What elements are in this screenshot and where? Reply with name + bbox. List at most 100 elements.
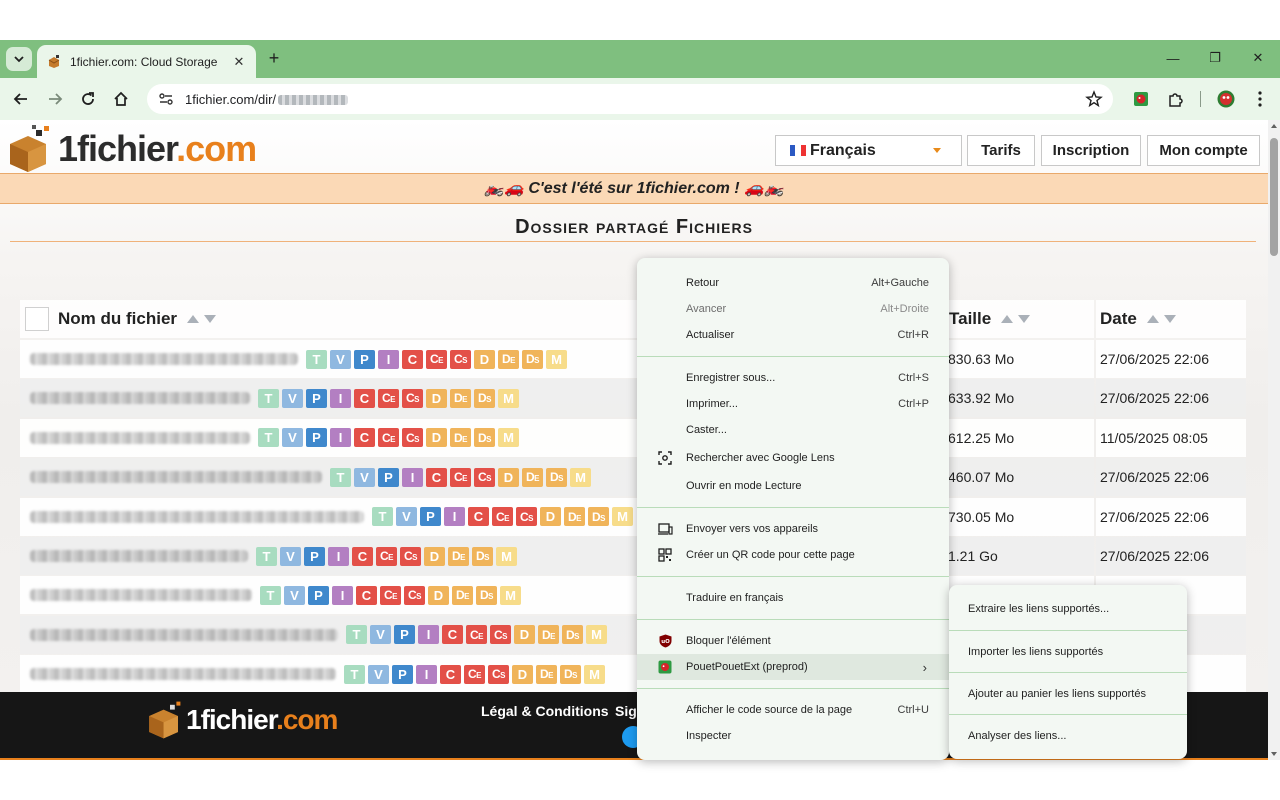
table-row[interactable]: T V P I C C E C S D D E D S M 633.92 Mo 27/06/2025 22:06 [20, 379, 1246, 418]
badge-t[interactable]: T [344, 664, 365, 684]
badge-de[interactable]: DE [564, 507, 585, 527]
browser-tab[interactable]: 1fichier.com: Cloud Storage ✕ [37, 45, 256, 78]
redacted-file-name[interactable] [30, 353, 298, 365]
badge-ce[interactable]: CE [450, 467, 471, 487]
badge-v[interactable]: V [354, 467, 375, 487]
badge-p[interactable]: P [392, 664, 413, 684]
menu-item-back[interactable]: Retour Alt+Gauche [637, 270, 949, 296]
badge-de[interactable]: DE [448, 546, 469, 566]
badge-ds[interactable]: DS [474, 388, 495, 408]
new-tab-button[interactable]: + [264, 48, 284, 68]
badge-ds[interactable]: DS [588, 507, 609, 527]
badge-d[interactable]: D [514, 625, 535, 645]
badge-m[interactable]: M [546, 349, 567, 369]
table-row[interactable]: T V P I C C E C S D D E D S M 830.63 Mo 27/06/2025 22:06 [20, 340, 1246, 378]
badge-i[interactable]: I [378, 349, 399, 369]
legal-link[interactable]: Légal & Conditions [481, 703, 609, 719]
redacted-file-name[interactable] [30, 471, 322, 484]
tab-search-button[interactable] [6, 47, 32, 71]
badge-ds[interactable]: DS [546, 467, 567, 487]
badge-d[interactable]: D [426, 388, 447, 408]
badge-ce[interactable]: CE [464, 664, 485, 684]
badge-cs[interactable]: CS [402, 428, 423, 448]
badge-m[interactable]: M [496, 546, 517, 566]
sort-arrows-icon[interactable] [187, 315, 217, 323]
date-column-header[interactable]: Date [1096, 300, 1246, 338]
badge-v[interactable]: V [396, 507, 417, 527]
minimize-button[interactable]: — [1158, 48, 1188, 68]
badge-i[interactable]: I [418, 625, 439, 645]
badge-m[interactable]: M [570, 467, 591, 487]
forward-button[interactable] [44, 88, 66, 110]
submenu-extract-links[interactable]: Extraire les liens supportés... [949, 588, 1187, 630]
badge-cs[interactable]: CS [450, 349, 471, 369]
menu-item-pouetpouetext[interactable]: PouetPouetExt (preprod) › [637, 654, 949, 680]
address-bar[interactable]: 1fichier.com/dir/ [147, 84, 1113, 114]
badge-t[interactable]: T [260, 585, 281, 605]
badge-ce[interactable]: CE [426, 349, 447, 369]
badge-t[interactable]: T [258, 428, 279, 448]
badge-d[interactable]: D [428, 585, 449, 605]
badge-de[interactable]: DE [452, 585, 473, 605]
badge-c[interactable]: C [442, 625, 463, 645]
account-button[interactable]: Mon compte [1147, 135, 1260, 166]
badge-cs[interactable]: CS [488, 664, 509, 684]
badge-d[interactable]: D [512, 664, 533, 684]
redacted-file-name[interactable] [30, 628, 338, 641]
extensions-puzzle-icon[interactable] [1166, 89, 1186, 109]
menu-item-send-to-devices[interactable]: Envoyer vers vos appareils [637, 516, 949, 542]
table-row[interactable]: T V P I C C E C S D D E D S M 730.05 Mo 27/06/2025 22:06 [20, 497, 1246, 536]
redacted-file-name[interactable] [30, 431, 250, 444]
page-scrollbar[interactable] [1268, 120, 1280, 760]
badge-m[interactable]: M [612, 507, 633, 527]
badge-t[interactable]: T [306, 349, 327, 369]
badge-p[interactable]: P [308, 585, 329, 605]
badge-cs[interactable]: CS [516, 507, 537, 527]
badge-p[interactable]: P [306, 388, 327, 408]
menu-item-google-lens[interactable]: Rechercher avec Google Lens [637, 443, 949, 473]
badge-ce[interactable]: CE [380, 585, 401, 605]
badge-i[interactable]: I [330, 428, 351, 448]
badge-m[interactable]: M [498, 428, 519, 448]
home-button[interactable] [110, 88, 132, 110]
badge-ds[interactable]: DS [522, 349, 543, 369]
scrollbar-thumb[interactable] [1270, 138, 1278, 256]
badge-c[interactable]: C [352, 546, 373, 566]
badge-de[interactable]: DE [522, 467, 543, 487]
badge-d[interactable]: D [474, 349, 495, 369]
badge-i[interactable]: I [402, 467, 423, 487]
badge-ce[interactable]: CE [378, 388, 399, 408]
badge-v[interactable]: V [368, 664, 389, 684]
redacted-file-name[interactable] [30, 668, 336, 681]
badge-v[interactable]: V [330, 349, 351, 369]
badge-p[interactable]: P [420, 507, 441, 527]
badge-c[interactable]: C [468, 507, 489, 527]
badge-i[interactable]: I [332, 585, 353, 605]
badge-ds[interactable]: DS [472, 546, 493, 566]
submenu-import-links[interactable]: Importer les liens supportés [949, 631, 1187, 673]
badge-de[interactable]: DE [538, 625, 559, 645]
badge-d[interactable]: D [540, 507, 561, 527]
inscription-button[interactable]: Inscription [1041, 135, 1141, 166]
badge-v[interactable]: V [280, 546, 301, 566]
badge-m[interactable]: M [584, 664, 605, 684]
badge-c[interactable]: C [440, 664, 461, 684]
footer-logo[interactable]: 1fichier.com [146, 700, 338, 740]
menu-item-translate[interactable]: Traduire en français [637, 585, 949, 611]
menu-item-reload[interactable]: Actualiser Ctrl+R [637, 322, 949, 348]
badge-cs[interactable]: CS [402, 388, 423, 408]
badge-i[interactable]: I [328, 546, 349, 566]
back-button[interactable] [10, 88, 32, 110]
badge-cs[interactable]: CS [404, 585, 425, 605]
badge-t[interactable]: T [372, 507, 393, 527]
badge-c[interactable]: C [402, 349, 423, 369]
badge-c[interactable]: C [356, 585, 377, 605]
redacted-file-name[interactable] [30, 392, 250, 405]
badge-v[interactable]: V [284, 585, 305, 605]
tarifs-button[interactable]: Tarifs [967, 135, 1035, 166]
badge-ds[interactable]: DS [560, 664, 581, 684]
reload-button[interactable] [77, 88, 99, 110]
scroll-up-icon[interactable] [1271, 124, 1277, 128]
menu-item-reader-mode[interactable]: Ouvrir en mode Lecture [637, 473, 949, 499]
sort-arrows-icon[interactable] [1001, 315, 1031, 323]
